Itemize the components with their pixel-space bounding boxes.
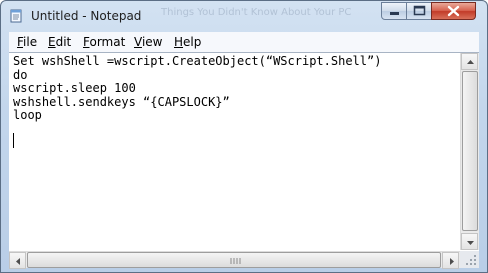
editor-line: loop [13, 108, 42, 122]
menu-edit-mnemonic: E [48, 35, 56, 49]
scroll-up-button[interactable] [461, 53, 478, 70]
menu-edit-label: dit [55, 35, 72, 49]
menu-help-label: elp [183, 35, 202, 49]
menu-view-mnemonic: V [134, 35, 142, 49]
menu-file[interactable]: File [17, 35, 37, 49]
editor-line: wscript.sleep 100 [13, 81, 136, 95]
arrow-left-icon [16, 258, 20, 265]
menu-edit[interactable]: Edit [48, 35, 71, 49]
maximize-icon [413, 5, 426, 16]
notepad-icon[interactable] [9, 8, 23, 23]
text-editor[interactable]: Set wshShell =wscript.CreateObject(“WScr… [9, 52, 479, 251]
editor-line: wshshell.sendkeys “{CAPSLOCK}” [13, 94, 230, 109]
close-button[interactable] [431, 2, 476, 20]
vertical-scroll-thumb[interactable] [462, 71, 478, 231]
menu-view-label: iew [141, 35, 163, 49]
maximize-button[interactable] [406, 2, 432, 20]
menu-format[interactable]: Format [83, 35, 125, 49]
editor-text[interactable]: Set wshShell =wscript.CreateObject(“WScr… [13, 54, 382, 123]
horizontal-scrollbar[interactable] [9, 251, 460, 269]
horizontal-scroll-thumb[interactable] [27, 252, 441, 268]
size-grip[interactable] [460, 251, 479, 268]
arrow-up-icon [467, 60, 474, 64]
background-window-title: Things You Didn't Know About Your PC [161, 7, 352, 18]
size-grip-icon [466, 255, 476, 265]
menu-help[interactable]: Help [174, 35, 201, 49]
editor-line: Set wshShell =wscript.CreateObject(“WScr… [13, 54, 382, 68]
close-icon [447, 5, 460, 17]
scroll-down-button[interactable] [461, 233, 478, 250]
minimize-button[interactable] [381, 2, 407, 20]
arrow-down-icon [467, 241, 474, 245]
menu-help-mnemonic: H [174, 35, 184, 49]
vertical-scrollbar[interactable] [460, 53, 479, 250]
text-caret [13, 133, 14, 148]
scroll-right-button[interactable] [442, 252, 459, 269]
menu-view[interactable]: View [134, 35, 162, 49]
menu-file-label: ile [23, 35, 38, 49]
thumb-grip-icon [230, 258, 241, 264]
menu-bar: File Edit Format View Help [9, 32, 479, 52]
notepad-window: Untitled - Notepad Things You Didn't Kno… [0, 0, 488, 273]
minimize-icon [390, 12, 399, 15]
arrow-right-icon [450, 258, 454, 265]
title-bar[interactable]: Untitled - Notepad Things You Didn't Kno… [1, 1, 487, 29]
editor-line: do [13, 67, 28, 82]
scroll-left-button[interactable] [9, 252, 26, 269]
menu-format-label: ormat [89, 35, 126, 49]
window-title: Untitled - Notepad [31, 9, 142, 23]
